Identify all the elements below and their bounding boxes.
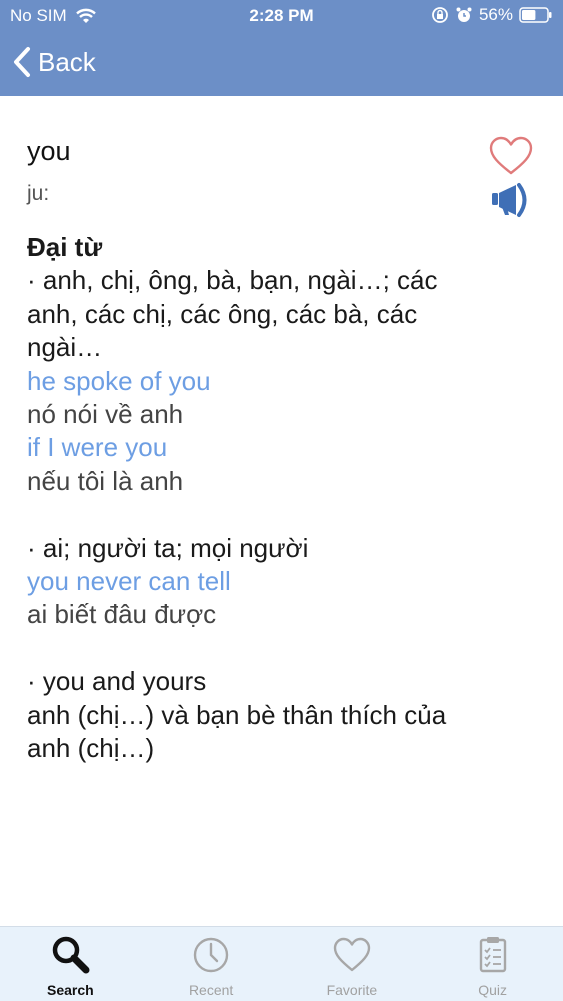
tab-quiz[interactable]: Quiz	[422, 927, 563, 1001]
example-english: he spoke of you	[27, 365, 211, 396]
sense-translation: anh (chị…) và bạn bè thân thích của	[27, 699, 447, 730]
sense-line: · ai; người ta; mọi người	[27, 532, 309, 563]
clipboard-icon	[479, 937, 506, 973]
battery-percent: 56%	[478, 5, 513, 24]
nav-bar: Back	[0, 38, 563, 92]
tab-label: Recent	[188, 982, 234, 998]
example-translation: ai biết đâu được	[27, 599, 217, 630]
tab-bar: Search Recent Favorite Quiz	[0, 926, 563, 1001]
tab-label: Search	[47, 982, 94, 998]
sense-line: anh, các chị, các ông, các bà, các	[27, 298, 418, 329]
tab-label: Favorite	[326, 982, 378, 998]
alarm-icon	[456, 7, 472, 22]
example-translation: nó nói về anh	[27, 399, 184, 430]
headword: you	[27, 136, 71, 166]
battery-icon	[519, 7, 552, 23]
example-translation: nếu tôi là anh	[27, 465, 184, 496]
sense-line: · you and yours	[27, 666, 207, 697]
sense-translation: anh (chị…)	[27, 733, 155, 764]
sense-line: ngài…	[27, 332, 103, 363]
header-bar: No SIM 2:28 PM 56% Back	[0, 0, 563, 96]
status-right: 56%	[431, 5, 553, 25]
example-english: you never can tell	[27, 566, 231, 597]
entry-detail: you ju: Đại từ · anh, chị, ông, bà, bạn,…	[0, 96, 563, 926]
definition-block: Đại từ · anh, chị, ông, bà, bạn, ngài…; …	[27, 231, 507, 765]
sense-line: · anh, chị, ông, bà, bạn, ngài…; các	[27, 265, 438, 296]
favorite-heart-icon[interactable]	[488, 136, 534, 176]
chevron-left-icon	[14, 47, 30, 77]
speaker-icon[interactable]	[490, 182, 532, 218]
heart-icon	[333, 937, 371, 972]
tab-label: Quiz	[478, 982, 508, 998]
search-icon	[53, 936, 90, 974]
tab-favorite[interactable]: Favorite	[282, 927, 423, 1001]
status-bar: No SIM 2:28 PM 56%	[0, 0, 563, 32]
lock-rotation-icon	[432, 7, 448, 23]
part-of-speech: Đại từ	[27, 232, 103, 262]
tab-recent[interactable]: Recent	[141, 927, 282, 1001]
back-button[interactable]: Back	[12, 46, 96, 78]
phonetic-transcription: ju:	[27, 182, 50, 205]
tab-search[interactable]: Search	[0, 927, 141, 1001]
example-english: if I were you	[27, 432, 168, 463]
back-label: Back	[38, 46, 96, 77]
clock-icon	[193, 937, 229, 973]
